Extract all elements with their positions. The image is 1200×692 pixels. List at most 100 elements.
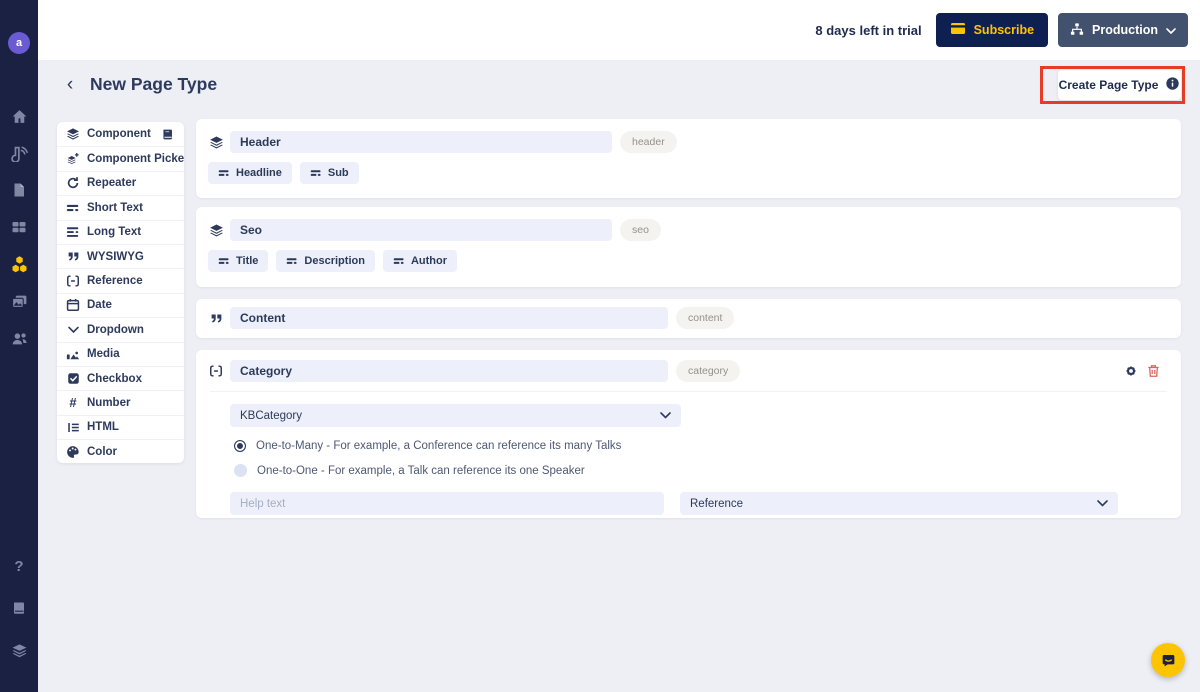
chevron-down-icon: [660, 412, 671, 419]
palette-item-label: Reference: [87, 275, 143, 288]
credit-card-icon: [950, 22, 966, 38]
reference-icon: [208, 363, 224, 379]
field-slug-tag: content: [676, 307, 735, 329]
layers-icon: [208, 134, 224, 150]
quote-icon: [66, 250, 80, 264]
palette-item-label: Repeater: [87, 177, 137, 190]
field-name-input[interactable]: [230, 360, 668, 382]
field-name-input[interactable]: [230, 131, 612, 153]
field-name-input[interactable]: [230, 307, 668, 329]
chevron-down-icon: [1166, 23, 1176, 37]
palette-item-media[interactable]: Media: [57, 341, 184, 366]
page-title: New Page Type: [90, 74, 218, 94]
palette-item-component[interactable]: Component: [57, 122, 184, 147]
models-icon[interactable]: [0, 251, 38, 277]
chat-launcher-button[interactable]: [1151, 643, 1185, 677]
chevron-down-icon: [1097, 500, 1108, 507]
field-name-input[interactable]: [230, 219, 612, 241]
field-type-select[interactable]: Reference: [680, 492, 1118, 515]
repeat-icon: [66, 176, 80, 190]
subfield-chip[interactable]: Sub: [299, 162, 359, 184]
palette-item-wysiwyg[interactable]: WYSIWYG: [57, 243, 184, 269]
layers-icon[interactable]: [0, 637, 38, 663]
palette-item-label: Long Text: [87, 226, 142, 239]
help-icon[interactable]: ?: [0, 553, 38, 579]
content-grid-icon[interactable]: [0, 214, 38, 240]
hash-icon: #: [69, 394, 77, 410]
palette-item-label: HTML: [87, 421, 119, 434]
short-text-icon: [218, 170, 229, 176]
annotation-box: [1040, 66, 1185, 104]
users-icon[interactable]: [0, 325, 38, 351]
trial-countdown: 8 days left in trial: [815, 22, 922, 38]
model-select[interactable]: KBCategory: [230, 404, 681, 427]
help-text-input[interactable]: [230, 492, 664, 515]
palette-item-number[interactable]: # Number: [57, 390, 184, 415]
palette-item-label: Color: [87, 445, 118, 458]
palette-item-date[interactable]: Date: [57, 292, 184, 318]
palette-item-checkbox[interactable]: Checkbox: [57, 365, 184, 391]
avatar[interactable]: a: [8, 32, 30, 54]
field-card-header: header Headline Sub: [196, 119, 1181, 198]
palette-item-label: Component: [87, 128, 151, 141]
app-root: a ? 8 days left in trial Subscribe Produ…: [0, 0, 1200, 692]
palette-item-long-text[interactable]: Long Text: [57, 219, 184, 244]
palette-item-color[interactable]: Color: [57, 439, 184, 464]
palette-item-label: WYSIWYG: [87, 250, 144, 263]
field-settings-button[interactable]: [1123, 363, 1139, 379]
short-text-icon: [218, 258, 229, 264]
media-icon: [66, 347, 80, 361]
palette-item-label: Date: [87, 299, 112, 312]
field-card-seo: seo Title Description Author: [196, 207, 1181, 287]
palette-item-repeater[interactable]: Repeater: [57, 170, 184, 196]
layers-plus-icon: [66, 152, 80, 166]
palette-item-component-picker[interactable]: Component Picker: [57, 146, 184, 171]
subscribe-button[interactable]: Subscribe: [935, 13, 1049, 47]
subfield-chip[interactable]: Title: [208, 250, 269, 272]
subfield-chip[interactable]: Headline: [208, 162, 292, 184]
sitemap-icon: [1070, 22, 1084, 39]
media-gallery-icon[interactable]: [0, 288, 38, 314]
palette-item-label: Component Picker: [87, 153, 184, 166]
environment-label: Production: [1092, 23, 1158, 37]
radio-one-to-many[interactable]: One-to-Many - For example, a Conference …: [234, 440, 621, 452]
home-icon[interactable]: [0, 103, 38, 129]
quote-icon: [208, 310, 224, 326]
palette-item-reference[interactable]: Reference: [57, 268, 184, 293]
list-icon: [66, 420, 80, 434]
pages-icon[interactable]: [0, 177, 38, 203]
field-slug-tag: category: [676, 360, 741, 382]
palette-item-label: Checkbox: [87, 372, 142, 385]
model-select-value: KBCategory: [240, 409, 303, 422]
checkbox-icon: [66, 372, 80, 386]
radio-one-to-one[interactable]: One-to-One - For example, a Talk can ref…: [234, 464, 585, 477]
subfield-chip[interactable]: Author: [382, 250, 457, 272]
field-delete-button[interactable]: [1145, 363, 1161, 379]
layers-icon: [66, 127, 80, 141]
book-icon[interactable]: [160, 127, 175, 142]
trash-icon: [1147, 365, 1159, 377]
subscribe-label: Subscribe: [973, 23, 1035, 37]
short-text-icon: [393, 258, 404, 264]
long-text-icon: [66, 225, 80, 239]
palette-item-html[interactable]: HTML: [57, 414, 184, 440]
palette-item-dropdown[interactable]: Dropdown: [57, 317, 184, 342]
divider: [210, 391, 1167, 392]
main-nav-rail: a ?: [0, 0, 38, 692]
help-glyph: ?: [14, 557, 24, 575]
docs-book-icon[interactable]: [0, 595, 38, 621]
blog-icon[interactable]: [0, 140, 38, 166]
palette-icon: [66, 445, 80, 459]
palette-item-label: Number: [87, 396, 131, 409]
field-slug-tag: header: [620, 131, 677, 153]
short-text-icon: [310, 170, 321, 176]
back-button[interactable]: ‹: [60, 74, 80, 96]
subfield-chip[interactable]: Description: [276, 250, 375, 272]
gear-icon: [1126, 366, 1136, 376]
environment-selector[interactable]: Production: [1058, 13, 1188, 47]
field-card-category: category KBCategory One-to-Many - For ex…: [196, 350, 1181, 518]
chat-icon: [1162, 654, 1174, 666]
reference-icon: [66, 274, 80, 288]
field-type-value: Reference: [690, 497, 744, 510]
palette-item-short-text[interactable]: Short Text: [57, 195, 184, 220]
